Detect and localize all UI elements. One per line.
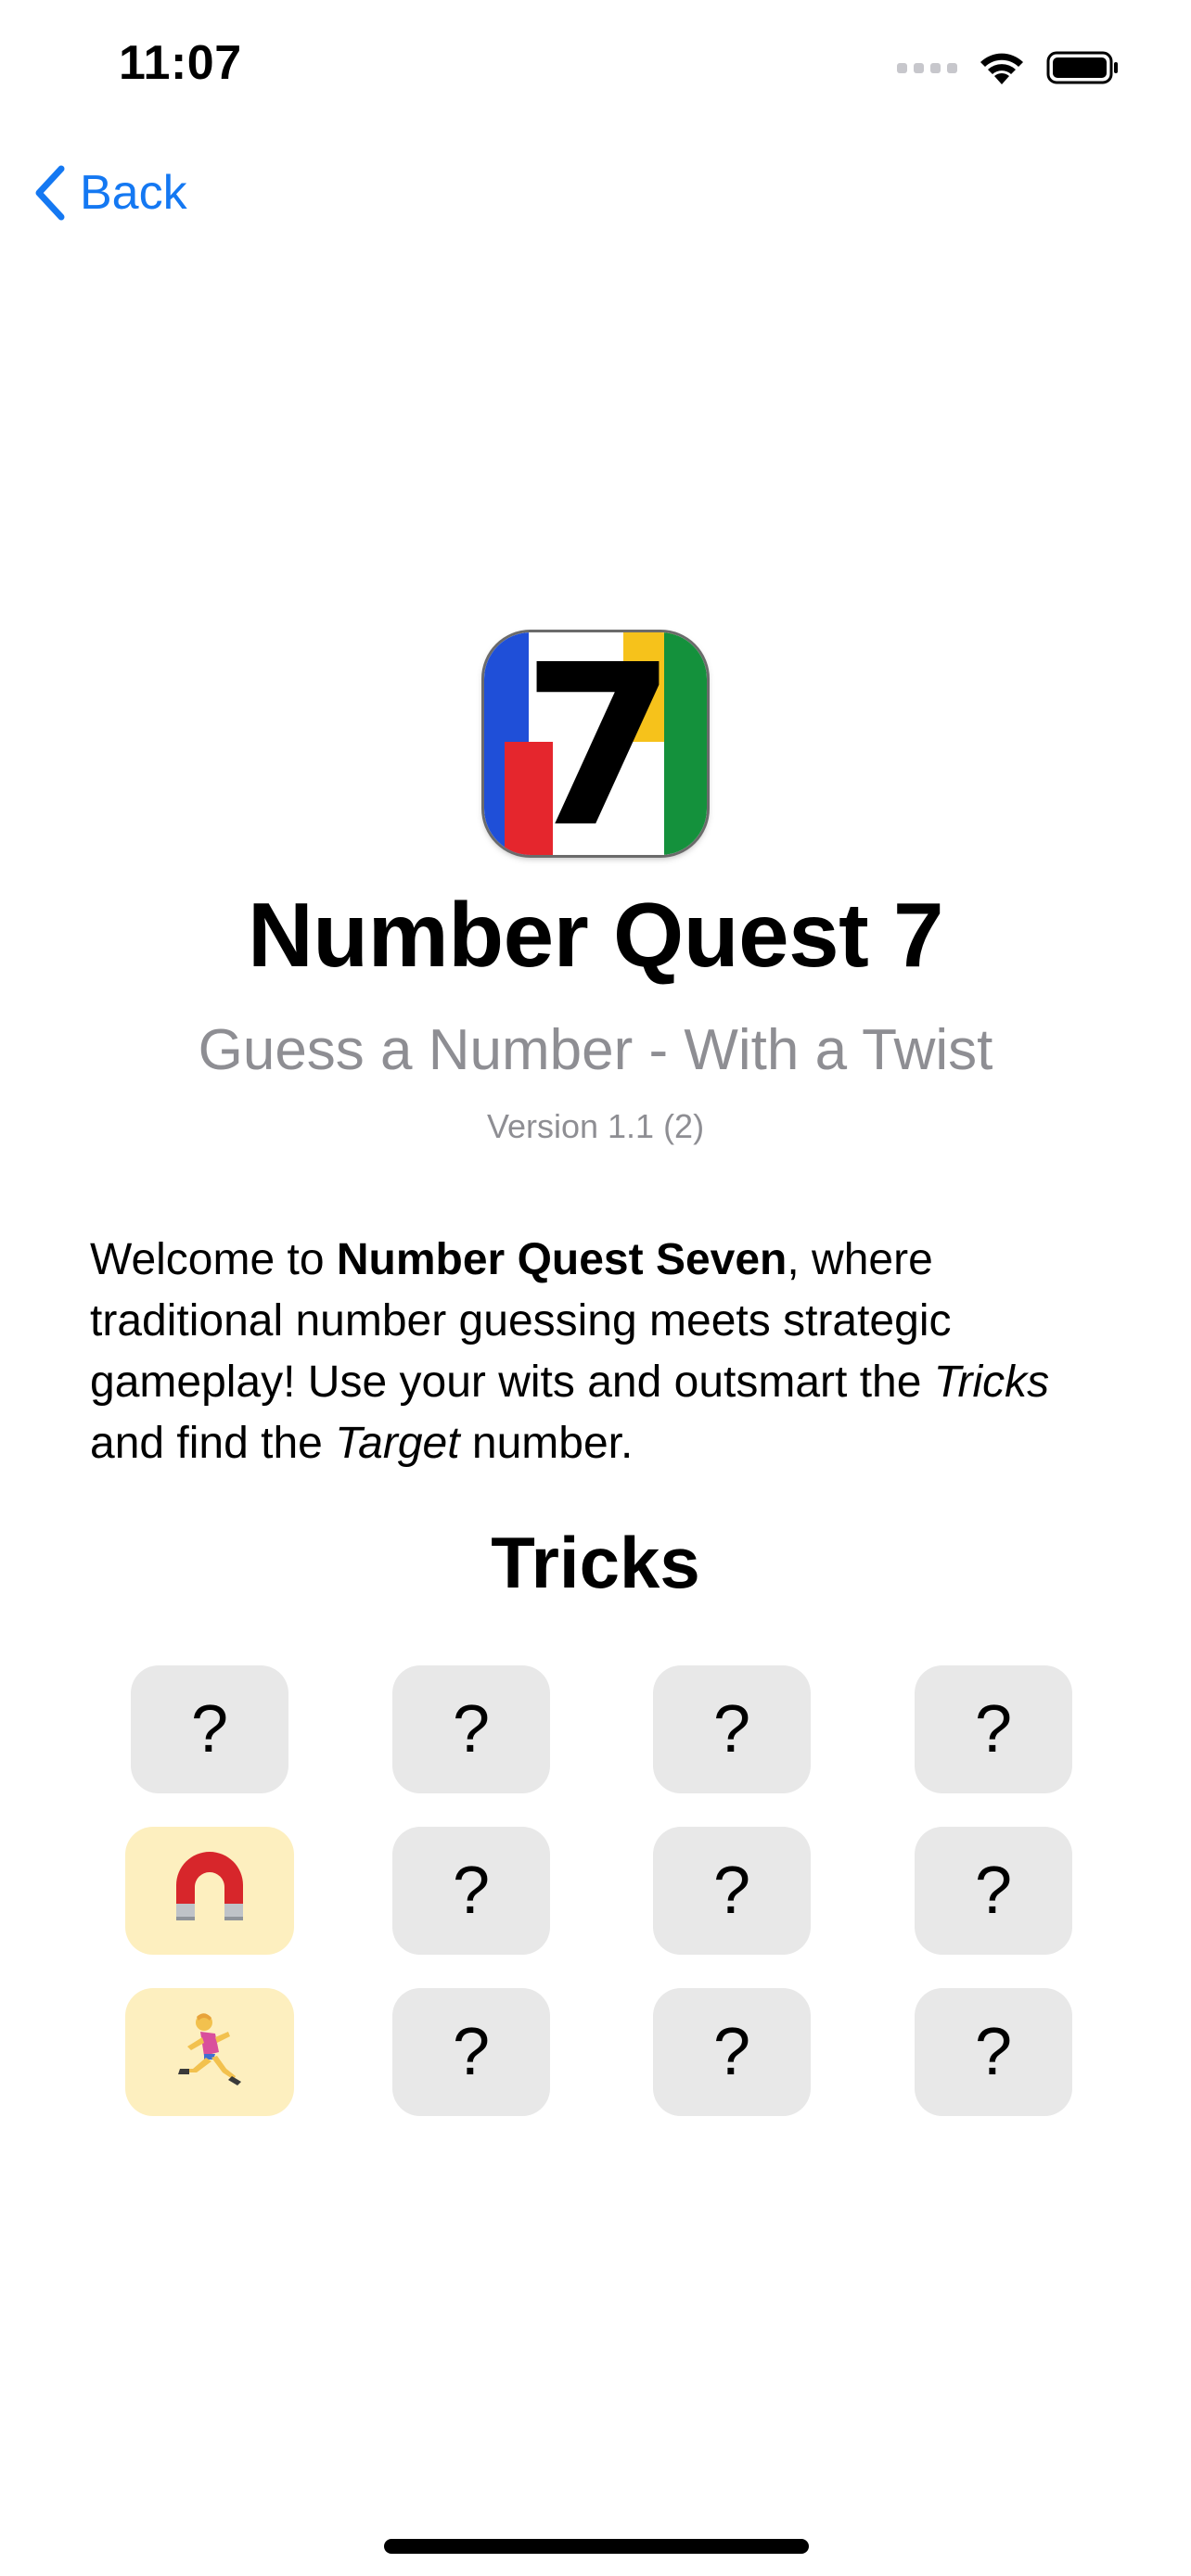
question-mark-label: ? (974, 2015, 1013, 2089)
question-mark-label: ? (452, 1854, 491, 1928)
wifi-icon (980, 53, 1023, 84)
trick-tile-locked[interactable]: ? (392, 1827, 550, 1955)
welcome-description: Welcome to Number Quest Seven, where tra… (90, 1230, 1120, 1474)
question-mark-label: ? (712, 1854, 751, 1928)
app-title: Number Quest 7 (248, 884, 943, 986)
app-version: Version 1.1 (2) (486, 1107, 705, 1145)
trick-tile-locked[interactable]: ? (915, 1988, 1072, 2116)
question-mark-label: ? (712, 1692, 751, 1766)
trick-tile-locked[interactable]: ? (392, 1665, 550, 1793)
trick-tile-magnet[interactable] (125, 1827, 294, 1955)
trick-tile-locked[interactable]: ? (131, 1665, 288, 1793)
description-text: number. (459, 1419, 634, 1468)
trick-tile-locked[interactable]: ? (392, 1988, 550, 2116)
question-mark-label: ? (190, 1692, 229, 1766)
chevron-left-icon (35, 165, 65, 221)
description-text: and find the (90, 1419, 336, 1468)
trick-tile-locked[interactable]: ? (915, 1827, 1072, 1955)
trick-tile-runner[interactable] (125, 1988, 294, 2116)
question-mark-label: ? (974, 1854, 1013, 1928)
app-subtitle: Guess a Number - With a Twist (198, 1018, 993, 1082)
trick-tile-locked[interactable]: ? (915, 1665, 1072, 1793)
cellular-signal-icon (897, 62, 957, 73)
question-mark-label: ? (712, 2015, 751, 2089)
trick-tile-locked[interactable]: ? (653, 1988, 811, 2116)
question-mark-label: ? (452, 1692, 491, 1766)
question-mark-label: ? (974, 1692, 1013, 1766)
status-indicators (897, 45, 1121, 91)
magnet-icon (176, 1852, 243, 1920)
app-icon-digit: 7 (522, 632, 677, 855)
runner-icon (178, 2013, 241, 2085)
app-icon: 7 (484, 632, 707, 855)
battery-icon (1046, 51, 1118, 84)
home-indicator[interactable] (384, 2539, 809, 2554)
tricks-heading: Tricks (491, 1522, 700, 1603)
back-label: Back (80, 166, 187, 220)
question-mark-label: ? (452, 2015, 491, 2089)
trick-tile-locked[interactable]: ? (653, 1827, 811, 1955)
description-tricks: Tricks (933, 1358, 1050, 1407)
status-time: 11:07 (119, 36, 242, 90)
back-button[interactable]: Back (33, 158, 187, 228)
description-target: Target (335, 1419, 460, 1468)
trick-tile-locked[interactable]: ? (653, 1665, 811, 1793)
description-app-name: Number Quest Seven (336, 1235, 788, 1284)
description-text: Welcome to (90, 1235, 337, 1284)
